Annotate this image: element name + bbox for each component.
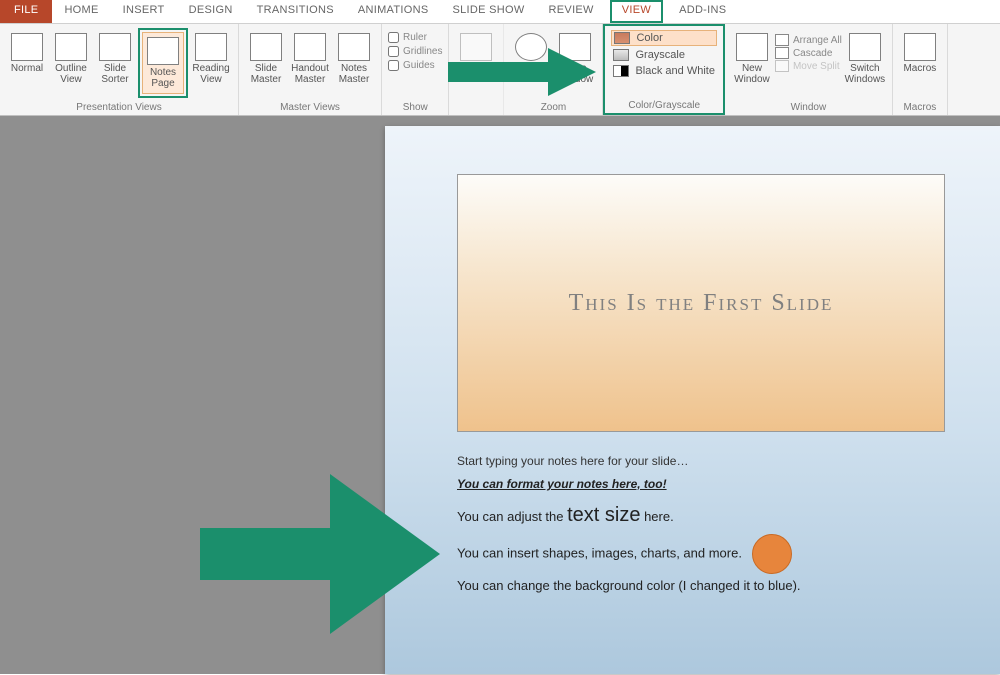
btn-macros[interactable]: Macros [899,28,941,79]
fit-icon [559,33,591,61]
btn-handout-master[interactable]: Handout Master [289,28,331,90]
group-label-zoom: Zoom [510,102,596,113]
tab-file[interactable]: FILE [0,0,52,23]
notes-line-2: You can format your notes here, too! [457,473,946,496]
notes-icon [460,33,492,61]
grayscale-swatch-icon [613,49,629,61]
tab-strip: FILE HOME INSERT DESIGN TRANSITIONS ANIM… [0,0,1000,24]
group-zoom: Zoom Fit to Window Zoom [504,24,603,115]
btn-move-split[interactable]: Move Split [775,60,842,72]
opt-bw[interactable]: Black and White [611,64,716,78]
notes-line-4: You can insert shapes, images, charts, a… [457,534,946,574]
notes-page-canvas[interactable]: This Is the First Slide Start typing you… [385,126,1000,674]
split-icon [775,60,789,72]
tab-home[interactable]: HOME [52,0,110,23]
btn-fit[interactable]: Fit to Window [554,28,596,90]
tab-view[interactable]: VIEW [610,0,663,23]
group-window: New Window Arrange All Cascade Move Spli… [725,24,893,115]
tab-addins[interactable]: ADD-INS [667,0,738,23]
new-window-icon [736,33,768,61]
tab-animations[interactable]: ANIMATIONS [346,0,441,23]
slide-thumbnail[interactable]: This Is the First Slide [457,174,945,432]
color-swatch-icon [614,32,630,44]
notes-line-3: You can adjust the text size here. [457,496,946,534]
btn-cascade[interactable]: Cascade [775,47,842,59]
chk-guides[interactable]: Guides [388,60,442,71]
group-label-color-grayscale: Color/Grayscale [611,100,716,111]
btn-outline[interactable]: Outline View [50,28,92,98]
zoom-icon [515,33,547,61]
btn-notes: Notes [455,28,497,79]
tab-design[interactable]: DESIGN [177,0,245,23]
outline-icon [55,33,87,61]
group-label-show: Show [388,102,442,113]
btn-reading[interactable]: Reading View [190,28,232,98]
tab-insert[interactable]: INSERT [111,0,177,23]
opt-color[interactable]: Color [611,30,716,46]
tab-review[interactable]: REVIEW [537,0,606,23]
tab-transitions[interactable]: TRANSITIONS [245,0,346,23]
btn-arrange-all[interactable]: Arrange All [775,34,842,46]
btn-notes-page[interactable]: Notes Page [142,32,184,94]
btn-switch-windows[interactable]: Switch Windows [844,28,886,90]
sorter-icon [99,33,131,61]
arrange-icon [775,34,789,46]
group-label-macros: Macros [899,102,941,113]
tab-slideshow[interactable]: SLIDE SHOW [440,0,536,23]
group-label-window: Window [731,102,886,113]
group-label-master-views: Master Views [245,102,375,113]
ribbon-view: Normal Outline View Slide Sorter Notes P… [0,24,1000,116]
orange-circle-shape[interactable] [752,534,792,574]
reading-icon [195,33,227,61]
btn-normal[interactable]: Normal [6,28,48,98]
notes-text-area[interactable]: Start typing your notes here for your sl… [457,450,946,598]
notes-master-icon [338,33,370,61]
group-master-views: Slide Master Handout Master Notes Master… [239,24,382,115]
group-label-presentation-views: Presentation Views [6,102,232,113]
btn-slide-master[interactable]: Slide Master [245,28,287,90]
chk-gridlines[interactable]: Gridlines [388,46,442,57]
notes-line-5: You can change the background color (I c… [457,574,946,599]
normal-icon [11,33,43,61]
btn-new-window[interactable]: New Window [731,28,773,90]
highlight-notes-page: Notes Page [138,28,188,98]
group-show: Ruler Gridlines Guides Show [382,24,449,115]
group-color-grayscale: Color Grayscale Black and White Color/Gr… [603,24,724,115]
group-macros: Macros Macros [893,24,948,115]
btn-zoom[interactable]: Zoom [510,28,552,90]
notes-page-icon [147,37,179,65]
workspace: This Is the First Slide Start typing you… [0,116,1000,674]
bw-swatch-icon [613,65,629,77]
notes-line-1: Start typing your notes here for your sl… [457,450,946,473]
chk-ruler[interactable]: Ruler [388,32,442,43]
slide-master-icon [250,33,282,61]
btn-sorter[interactable]: Slide Sorter [94,28,136,98]
switch-icon [849,33,881,61]
macros-icon [904,33,936,61]
opt-grayscale[interactable]: Grayscale [611,48,716,62]
handout-master-icon [294,33,326,61]
btn-notes-master[interactable]: Notes Master [333,28,375,90]
slide-title: This Is the First Slide [569,290,834,317]
group-presentation-views: Normal Outline View Slide Sorter Notes P… [0,24,239,115]
group-notes: Notes [449,24,504,115]
cascade-icon [775,47,789,59]
